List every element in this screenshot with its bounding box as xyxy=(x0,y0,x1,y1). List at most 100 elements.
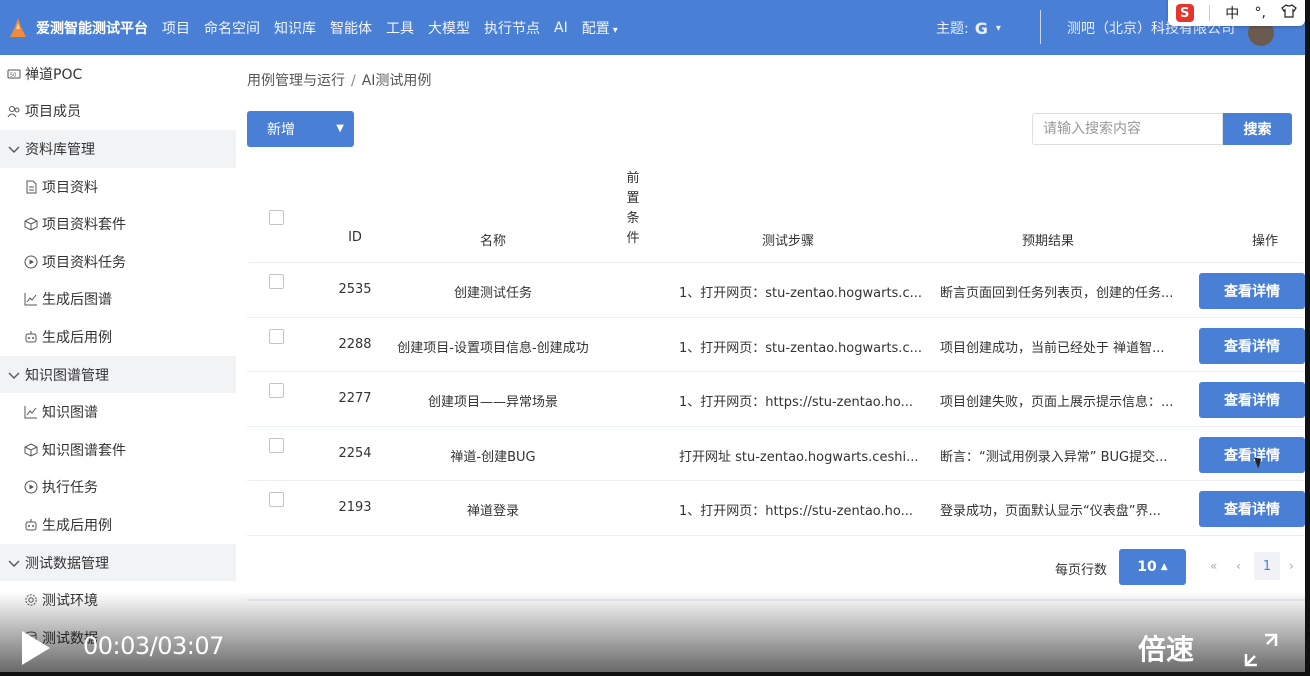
nav-agent[interactable]: 智能体 xyxy=(330,18,372,38)
sidebar-item-label: 知识图谱套件 xyxy=(42,442,126,459)
view-details-button[interactable]: 查看详情 xyxy=(1199,491,1305,527)
theme-selector[interactable]: 主题: G ▾ xyxy=(936,18,1001,38)
sidebar-item[interactable]: 50 禅道POC xyxy=(0,55,236,93)
logo[interactable] xyxy=(8,17,28,39)
cell-expected: 断言页面回到任务列表页，创建的任务... xyxy=(940,286,1174,301)
sidebar-item[interactable]: 项目资料套件 xyxy=(0,205,236,243)
cell-steps: 打开网址 stu-zentao.hogwarts.ceshi... xyxy=(679,449,919,465)
ime-divider xyxy=(1208,5,1210,21)
nav-ai[interactable]: AI xyxy=(554,20,568,36)
table-row: 2535 创建测试任务 1、打开网页：stu-zentao.hogwarts.c..… xyxy=(247,263,1305,318)
chevron-down-icon xyxy=(6,141,22,157)
row-checkbox[interactable] xyxy=(269,437,284,453)
cell-expected: 项目创建失败，页面上展示提示信息：... xyxy=(940,395,1174,410)
header-id: ID xyxy=(348,230,362,245)
ime-mode-button[interactable]: 中 xyxy=(1225,3,1239,23)
pagination: 每页行数 10 ▲ « ‹ 1 › xyxy=(236,549,1305,589)
sidebar-item[interactable]: 生成后用例 xyxy=(0,318,236,356)
prev-page-button[interactable]: ‹ xyxy=(1236,559,1241,573)
sidebar-item-label: 生成后图谱 xyxy=(42,292,112,309)
ime-logo-icon[interactable]: S xyxy=(1175,4,1194,22)
cell-id: 2254 xyxy=(338,445,372,461)
nav-namespace[interactable]: 命名空间 xyxy=(204,18,260,38)
new-button[interactable]: 新增 ▼ xyxy=(247,111,354,147)
frame-border xyxy=(0,672,1310,676)
new-button-label: 新增 xyxy=(267,122,295,138)
view-details-button[interactable]: 查看详情 xyxy=(1199,436,1305,473)
sidebar-item[interactable]: 项目资料任务 xyxy=(0,243,236,281)
robot-icon xyxy=(23,517,39,533)
sidebar-item-label: 知识图谱管理 xyxy=(25,367,109,384)
logo-icon xyxy=(10,17,26,37)
sidebar-item[interactable]: 测试数据管理 xyxy=(0,543,236,582)
sidebar-item[interactable]: 知识图谱管理 xyxy=(0,355,236,394)
table-row: 2277 创建项目——异常场景 1、打开网页：https://stu-zentao.… xyxy=(247,372,1305,427)
search-input[interactable] xyxy=(1032,113,1223,145)
table-row: 2193 禅道登录 1、打开网页：https://stu-zentao.ho... 登… xyxy=(247,481,1305,536)
nav-knowledge[interactable]: 知识库 xyxy=(274,18,316,38)
view-details-button[interactable]: 查看详情 xyxy=(1199,382,1305,418)
breadcrumb-separator: / xyxy=(351,73,356,89)
cell-name: 禅道-创建BUG xyxy=(450,449,536,465)
sidebar-item-label: 测试数据管理 xyxy=(25,555,109,572)
table-body: 2535 创建测试任务 1、打开网页：stu-zentao.hogwarts.c..… xyxy=(247,263,1305,536)
nav-config[interactable]: 配置 ▾ xyxy=(582,18,618,38)
ime-skin-icon[interactable] xyxy=(1281,4,1298,22)
row-checkbox[interactable] xyxy=(269,492,284,507)
table-header: ID 名称 前置条件 测试步骤 预期结果 操作 xyxy=(247,165,1305,263)
sidebar-item-label: 项目资料任务 xyxy=(42,254,126,271)
sidebar-item[interactable]: 知识图谱 xyxy=(0,393,236,431)
header-name: 名称 xyxy=(479,234,506,249)
view-details-button[interactable]: 查看详情 xyxy=(1199,273,1305,309)
playback-speed-button[interactable]: 倍速 xyxy=(1138,628,1194,668)
nav-project[interactable]: 项目 xyxy=(162,18,190,38)
row-checkbox[interactable] xyxy=(269,328,284,344)
line-chart-icon xyxy=(23,404,39,420)
header-expected: 预期结果 xyxy=(1021,234,1074,249)
sidebar-item[interactable]: 知识图谱套件 xyxy=(0,431,236,469)
svg-text:50: 50 xyxy=(10,72,16,78)
play-circle-icon xyxy=(23,254,39,270)
shirt-icon xyxy=(1281,4,1298,18)
sidebar-item[interactable]: 生成后用例 xyxy=(0,506,236,544)
ime-punct-button[interactable]: °, xyxy=(1255,5,1266,21)
sidebar-item[interactable]: 执行任务 xyxy=(0,469,236,507)
header-precondition: 前置条件 xyxy=(626,171,640,246)
select-all-checkbox[interactable] xyxy=(269,210,284,225)
search-button[interactable]: 搜索 xyxy=(1223,113,1292,145)
cell-steps: 1、打开网页：stu-zentao.hogwarts.c... xyxy=(679,340,922,356)
row-checkbox[interactable] xyxy=(269,383,284,398)
view-details-button[interactable]: 查看详情 xyxy=(1199,327,1305,364)
page-size-select[interactable]: 10 ▲ xyxy=(1119,549,1186,585)
sidebar-item-label: 知识图谱 xyxy=(42,405,98,422)
cell-name: 创建项目——异常场景 xyxy=(427,395,558,410)
sidebar-item[interactable]: 生成后图谱 xyxy=(0,281,236,319)
header-steps: 测试步骤 xyxy=(761,234,814,249)
play-icon[interactable] xyxy=(22,631,50,665)
chevron-down-icon xyxy=(6,555,22,571)
brand-title[interactable]: 爱测智能测试平台 xyxy=(36,18,148,38)
nav-exec-node[interactable]: 执行节点 xyxy=(484,18,540,38)
sidebar-item-label: 项目成员 xyxy=(25,104,81,121)
cell-expected: 登录成功，页面默认显示“仪表盘”界... xyxy=(940,504,1161,519)
sidebar-item[interactable]: 项目资料 xyxy=(0,168,236,206)
nav-tools[interactable]: 工具 xyxy=(386,18,414,38)
cell-name: 创建测试任务 xyxy=(453,286,532,301)
next-page-button[interactable]: › xyxy=(1289,559,1294,573)
nav-llm[interactable]: 大模型 xyxy=(428,18,470,38)
cell-id: 2535 xyxy=(338,282,372,297)
rows-per-page-label: 每页行数 xyxy=(1055,563,1108,578)
sidebar: 50 禅道POC 项目成员资料库管理 项目资料 项目资料套件项目资料任务 生成后图谱生成后… xyxy=(0,55,236,676)
sidebar-item[interactable]: 资料库管理 xyxy=(0,130,236,168)
cube-icon xyxy=(23,216,39,232)
breadcrumb-item[interactable]: 用例管理与运行 xyxy=(247,73,345,89)
test-case-table: ID 名称 前置条件 测试步骤 预期结果 操作 2535 创建测试任务 1、打开网页… xyxy=(247,165,1305,536)
sidebar-item[interactable]: 项目成员 xyxy=(0,93,236,131)
frame-border xyxy=(1305,0,1310,676)
page-number-current[interactable]: 1 xyxy=(1254,552,1280,580)
breadcrumb-current: AI测试用例 xyxy=(361,73,432,89)
first-page-button[interactable]: « xyxy=(1210,559,1217,573)
fullscreen-icon[interactable] xyxy=(1243,632,1279,668)
caret-down-icon[interactable]: ▼ xyxy=(336,123,344,134)
row-checkbox[interactable] xyxy=(269,274,284,289)
